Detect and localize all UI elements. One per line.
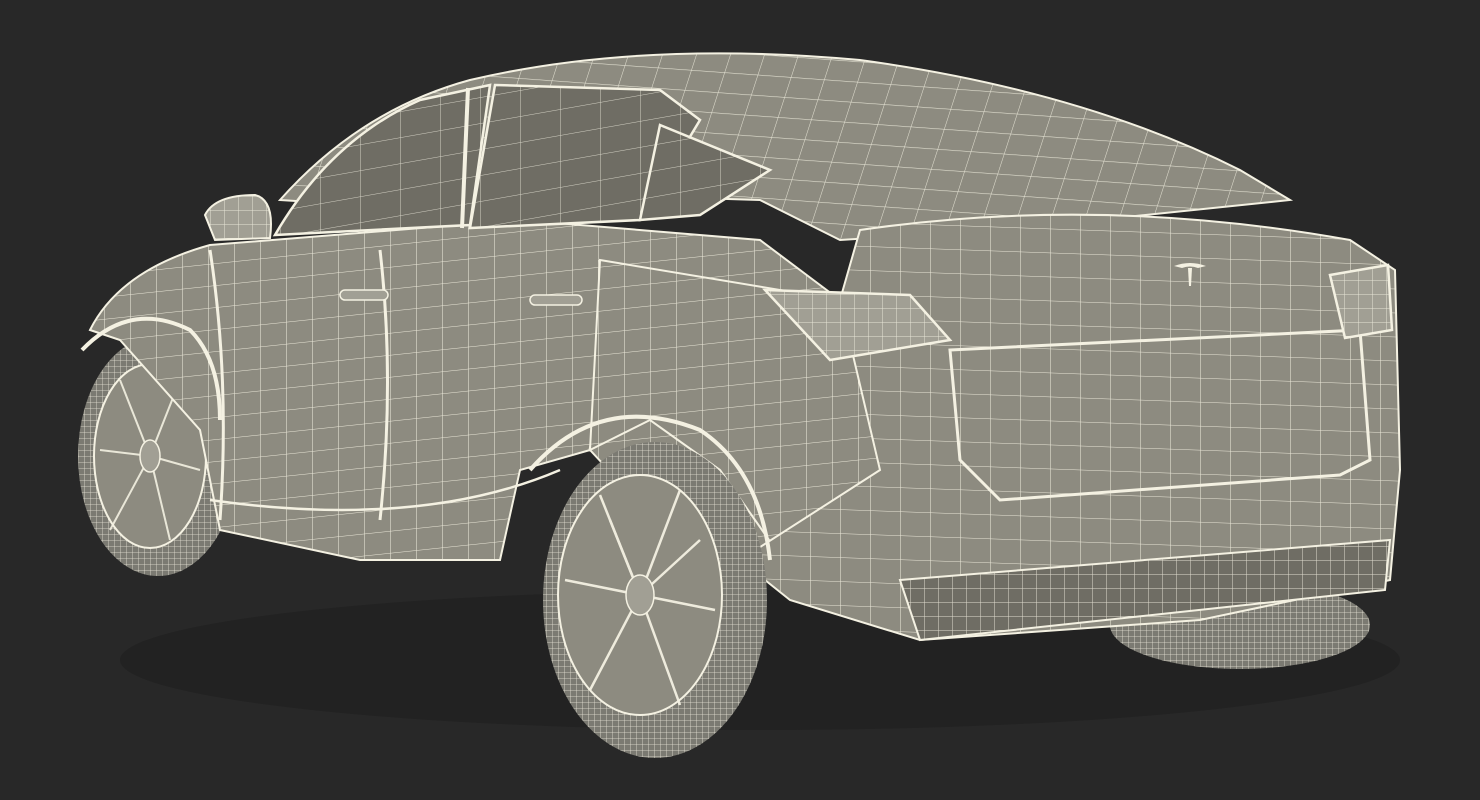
front-door-handle	[339, 289, 389, 301]
rear-wheel	[543, 442, 767, 758]
car-wireframe-render	[78, 52, 1402, 758]
rear-door-handle	[529, 294, 583, 306]
render-viewport	[0, 0, 1480, 800]
side-mirror	[203, 193, 272, 242]
